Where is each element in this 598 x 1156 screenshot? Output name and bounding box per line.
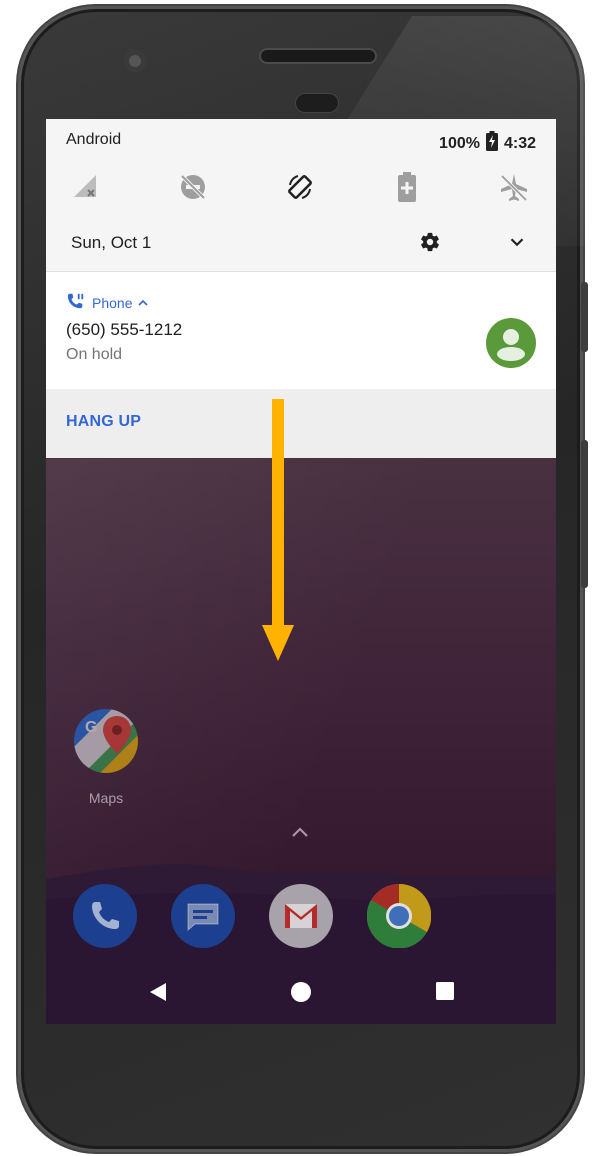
phone-app-icon[interactable] [73, 884, 137, 948]
screen: Android 100% 4:32 Sun, Oct 1 Phone (650)… [46, 119, 556, 1024]
chevron-down-icon[interactable] [506, 231, 528, 258]
do-not-disturb-off-icon[interactable] [175, 169, 211, 205]
power-button[interactable] [581, 282, 588, 352]
messages-app-icon[interactable] [171, 884, 235, 948]
recents-icon[interactable] [434, 980, 456, 1007]
airplane-mode-icon[interactable] [496, 169, 532, 205]
auto-rotate-icon[interactable] [282, 169, 318, 205]
hang-up-button[interactable]: HANG UP [66, 413, 141, 431]
quick-settings-tiles [46, 169, 556, 209]
navigation-bar [46, 964, 556, 1024]
chevron-up-icon[interactable] [138, 295, 149, 311]
battery-charging-icon [485, 131, 498, 156]
notification-app-name: Phone [92, 294, 133, 311]
quick-settings-panel: Android 100% 4:32 Sun, Oct 1 [46, 119, 556, 271]
home-icon[interactable] [289, 980, 313, 1009]
app-drawer-chevron-icon[interactable] [291, 825, 309, 843]
maps-app-label: Maps [88, 790, 124, 806]
notification-actions: HANG UP [46, 389, 556, 458]
swipe-down-arrow [262, 399, 294, 661]
volume-button[interactable] [581, 440, 588, 588]
front-camera [124, 50, 146, 72]
caller-number: (650) 555-1212 [66, 320, 183, 339]
status-bar: Android 100% 4:32 [66, 129, 536, 152]
date-row: Sun, Oct 1 [71, 227, 531, 257]
battery-saver-icon[interactable] [389, 169, 425, 205]
notification-header: Phone [66, 292, 149, 313]
status-right: 100% 4:32 [439, 131, 536, 156]
phone-call-icon [66, 292, 86, 313]
svg-text:G: G [85, 719, 97, 736]
contact-avatar-icon [486, 318, 536, 368]
maps-app-icon[interactable]: G [73, 708, 139, 774]
date-label: Sun, Oct 1 [71, 233, 152, 252]
back-icon[interactable] [146, 980, 170, 1009]
call-status: On hold [66, 346, 123, 363]
earpiece-speaker [261, 50, 375, 62]
phone-notification[interactable]: Phone (650) 555-1212 On hold [46, 271, 556, 390]
no-signal-icon[interactable] [68, 169, 104, 205]
proximity-sensor [296, 94, 338, 112]
gear-icon[interactable] [419, 231, 441, 258]
chrome-app-icon[interactable] [366, 883, 432, 949]
carrier-label: Android [66, 131, 122, 148]
clock: 4:32 [503, 134, 536, 152]
gmail-app-icon[interactable] [269, 884, 333, 948]
battery-percent: 100% [439, 134, 480, 152]
